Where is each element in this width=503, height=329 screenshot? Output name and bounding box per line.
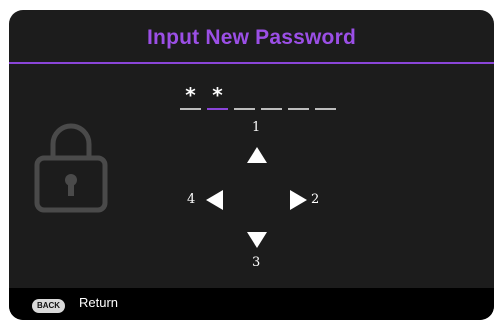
slot-underline bbox=[261, 108, 282, 110]
title-divider bbox=[9, 62, 494, 64]
dialog-title: Input New Password bbox=[147, 26, 356, 49]
back-key-badge[interactable]: BACK bbox=[32, 299, 65, 313]
direction-number-down: 3 bbox=[252, 255, 261, 270]
return-label: Return bbox=[79, 295, 119, 310]
password-slot bbox=[288, 84, 309, 110]
arrow-right-icon[interactable] bbox=[290, 190, 307, 210]
password-slot-active: * bbox=[207, 84, 228, 110]
password-slot: * bbox=[180, 84, 201, 110]
direction-number-up: 1 bbox=[252, 120, 261, 135]
arrow-up-icon[interactable] bbox=[247, 147, 267, 163]
footer-bar: BACK Return bbox=[9, 288, 494, 320]
slot-underline bbox=[288, 108, 309, 110]
arrow-left-icon[interactable] bbox=[206, 190, 223, 210]
password-slot bbox=[261, 84, 282, 110]
direction-number-left: 4 bbox=[187, 192, 196, 207]
slot-underline bbox=[315, 108, 336, 110]
password-slot bbox=[315, 84, 336, 110]
password-slot bbox=[234, 84, 255, 110]
password-char: * bbox=[212, 83, 223, 107]
direction-number-right: 2 bbox=[311, 192, 320, 207]
slot-underline bbox=[234, 108, 255, 110]
password-entry[interactable]: * * bbox=[180, 84, 340, 110]
slot-underline bbox=[180, 108, 201, 110]
arrow-down-icon[interactable] bbox=[247, 232, 267, 248]
slot-underline-active bbox=[207, 108, 228, 110]
password-char: * bbox=[185, 83, 196, 107]
password-dialog: Input New Password * * 1 4 2 3 BACK Retu… bbox=[9, 10, 494, 320]
lock-icon bbox=[34, 123, 108, 213]
